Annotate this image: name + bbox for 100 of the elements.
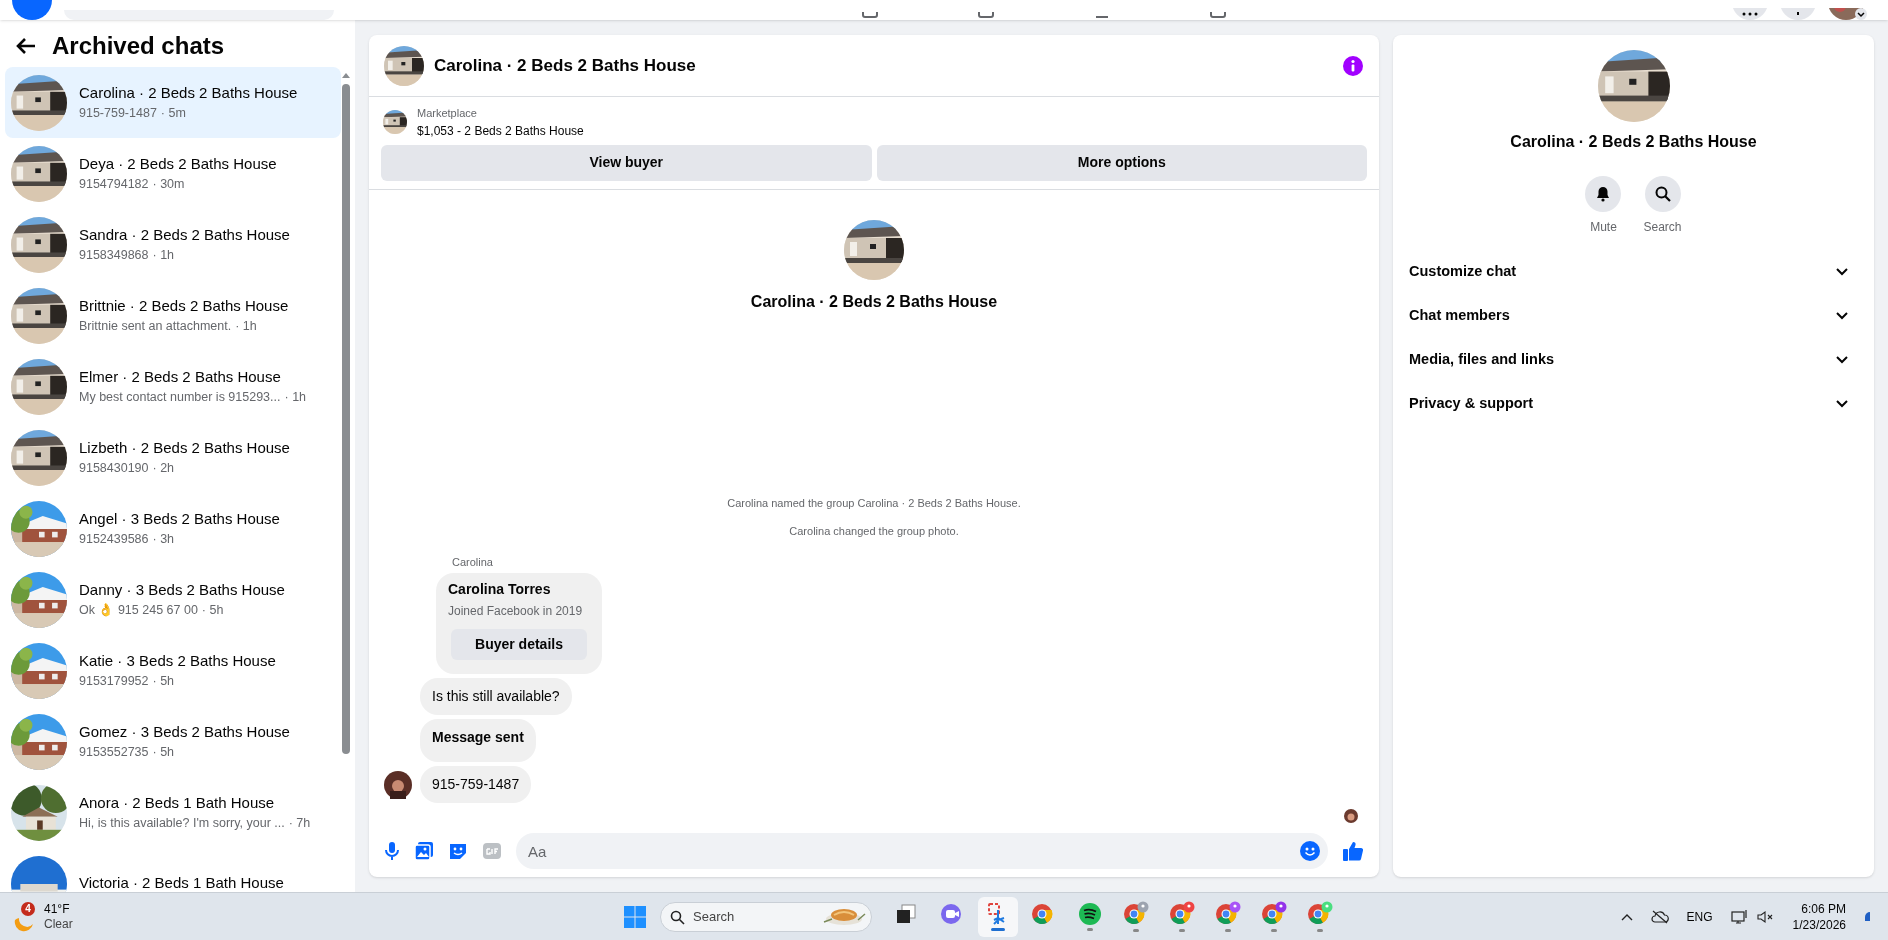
info-icon[interactable] — [1342, 54, 1364, 77]
message-bubble: 915-759-1487 — [420, 766, 532, 803]
chat-preview: 9152439586 — [79, 531, 149, 549]
chat-list-item[interactable]: Anora · 2 Beds 1 Bath House Hi, is this available? I'm sorry, your ... · 7h — [5, 777, 341, 848]
microphone-icon[interactable] — [384, 841, 400, 861]
chat-name: Lizbeth · 2 Beds 2 Baths House — [79, 437, 290, 458]
chat-name: Elmer · 2 Beds 2 Baths House — [79, 366, 282, 387]
chat-preview: 9158430190 — [79, 460, 149, 478]
section-header[interactable]: Media, files and links — [1409, 338, 1858, 382]
like-icon[interactable] — [1342, 840, 1364, 862]
chat-name: Anora · 2 Beds 1 Bath House — [79, 792, 276, 813]
mute-button[interactable] — [1585, 176, 1622, 212]
chat-time: · 5h — [201, 602, 224, 620]
chat-time: · 1h — [235, 318, 257, 336]
scroll-up-arrow-icon[interactable] — [342, 72, 350, 78]
notification-badge: 4 — [21, 901, 35, 916]
chat-time: · 30m — [152, 176, 185, 194]
snip-app-icon[interactable] — [978, 896, 1018, 937]
chat-list-item[interactable]: Gomez · 3 Beds 2 Baths House 9153552735 · 5h — [5, 706, 341, 777]
section-header[interactable]: Customize chat — [1409, 250, 1858, 294]
chat-list-item[interactable]: Carolina · 2 Beds 2 Baths House 915-759-1487 · 5m — [5, 67, 341, 138]
chat-list-item[interactable]: Lizbeth · 2 Beds 2 Baths House 9158430190 · 2h — [5, 422, 341, 493]
chat-title: Carolina · 2 Beds 2 Baths House — [434, 54, 697, 77]
chat-preview: 9154794182 — [79, 176, 149, 194]
clock-date[interactable]: 1/23/2026 — [1792, 916, 1846, 933]
chat-list-item[interactable]: Katie · 3 Beds 2 Baths House 9153179952 · 5h — [5, 635, 341, 706]
message-bubble: Message sent — [420, 719, 536, 762]
profile-avatar[interactable] — [1828, 8, 1868, 20]
chat-list-item[interactable]: Angel · 3 Beds 2 Baths House 9152439586 · 3h — [5, 493, 341, 564]
chat-time: · 7h — [288, 815, 311, 833]
buyer-details-button[interactable]: Buyer details — [451, 629, 587, 660]
message-bubble: Is this still available? — [420, 678, 572, 715]
chat-preview: 9153552735 — [79, 744, 149, 762]
sidebar-title: Archived chats — [52, 30, 225, 61]
sender-avatar[interactable] — [384, 770, 412, 799]
chat-name: Danny · 3 Beds 2 Baths House — [79, 579, 285, 600]
chat-preview: Hi, is this available? I'm sorry, your ... — [79, 815, 285, 833]
chat-list-item[interactable]: Deya · 2 Beds 2 Baths House 9154794182 · 30m — [5, 138, 341, 209]
buyer-name: Carolina Torres — [448, 580, 552, 599]
system-message: Carolina named the group Carolina · 2 Beds 2 Baths House. — [727, 495, 1021, 511]
chat-time: · 3h — [152, 531, 175, 549]
chat-name: Victoria · 2 Beds 1 Bath House — [79, 873, 284, 892]
action-label: Mute — [1590, 219, 1617, 236]
chat-list-item[interactable]: Danny · 3 Beds 2 Baths House Ok 👌 915 245 67 00 · 5h — [5, 564, 341, 635]
action-label: Search — [1643, 219, 1682, 236]
chat-preview: 9153179952 — [79, 673, 149, 691]
sticker-icon[interactable] — [448, 841, 468, 861]
bell-icon — [1595, 186, 1612, 202]
chat-name: Gomez · 3 Beds 2 Baths House — [79, 721, 290, 742]
image-icon[interactable] — [414, 841, 434, 861]
group-title: Carolina · 2 Beds 2 Baths House — [750, 291, 998, 312]
cloud-offline-icon[interactable] — [1650, 909, 1669, 924]
sender-name: Carolina — [452, 554, 494, 570]
chat-preview: Brittnie sent an attachment. — [79, 318, 232, 336]
chat-list-item[interactable]: Brittnie · 2 Beds 2 Baths House Brittnie sent an attachment. · 1h — [5, 280, 341, 351]
message-input[interactable]: Aa — [516, 833, 1328, 869]
search-icon — [1654, 186, 1671, 202]
chat-preview: 915-759-1487 — [79, 105, 157, 123]
chat-preview: Ok 👌 915 245 67 00 — [79, 602, 198, 620]
buyer-subtitle: Joined Facebook in 2019 — [448, 603, 584, 620]
section-header[interactable]: Privacy & support — [1409, 382, 1858, 426]
read-receipt-avatar — [1344, 809, 1358, 823]
action-button[interactable]: More options — [876, 144, 1367, 181]
chat-time: · 5m — [160, 105, 186, 123]
volume-muted-icon[interactable] — [1756, 909, 1775, 924]
taskbar-search-field[interactable]: Search — [660, 901, 872, 932]
details-title: Carolina · 2 Beds 2 Baths House — [1510, 132, 1757, 152]
chat-time: · 2h — [152, 460, 175, 478]
system-message: Carolina changed the group photo. — [789, 524, 959, 539]
network-icon[interactable] — [1730, 908, 1749, 925]
section-header[interactable]: Chat members — [1409, 294, 1858, 338]
chat-name: Carolina · 2 Beds 2 Baths House — [79, 82, 298, 103]
weather-temperature[interactable]: 41°F — [44, 901, 73, 917]
chat-preview: My best contact number is 915293... — [79, 389, 281, 407]
listing-title[interactable]: $1,053 - 2 Beds 2 Baths House — [417, 121, 584, 140]
language-indicator[interactable]: ENG — [1686, 907, 1713, 926]
search-icon — [670, 909, 685, 925]
search-button[interactable] — [1644, 176, 1681, 212]
chevron-up-icon[interactable] — [1620, 912, 1633, 921]
menu-icon[interactable] — [1732, 8, 1768, 20]
chat-preview: 9158349868 — [79, 247, 149, 265]
chat-name: Brittnie · 2 Beds 2 Baths House — [79, 295, 289, 316]
chat-time: · 1h — [284, 389, 307, 407]
back-arrow-icon[interactable] — [16, 36, 36, 55]
chat-name: Angel · 3 Beds 2 Baths House — [79, 508, 280, 529]
chat-time: · 5h — [152, 673, 175, 691]
action-button[interactable]: View buyer — [381, 144, 872, 181]
chat-name: Deya · 2 Beds 2 Baths House — [79, 153, 277, 174]
chat-name: Sandra · 2 Beds 2 Baths House — [79, 224, 290, 245]
chat-list-item[interactable]: Elmer · 2 Beds 2 Baths House My best contact number is 915293... · 1h — [5, 351, 341, 422]
clock-time[interactable]: 6:06 PM — [1801, 900, 1846, 917]
chat-name: Katie · 3 Beds 2 Baths House — [79, 650, 276, 671]
chat-list-item[interactable]: Sandra · 2 Beds 2 Baths House 9158349868 · 1h — [5, 209, 341, 280]
windows-start-icon[interactable] — [623, 904, 647, 929]
emoji-icon[interactable] — [1300, 841, 1320, 861]
weather-condition[interactable]: Clear — [44, 916, 73, 932]
chat-time: · 5h — [152, 744, 175, 762]
logo-icon[interactable] — [12, 0, 52, 20]
listing-label: Marketplace — [417, 106, 478, 121]
chat-time: · 1h — [152, 247, 175, 265]
